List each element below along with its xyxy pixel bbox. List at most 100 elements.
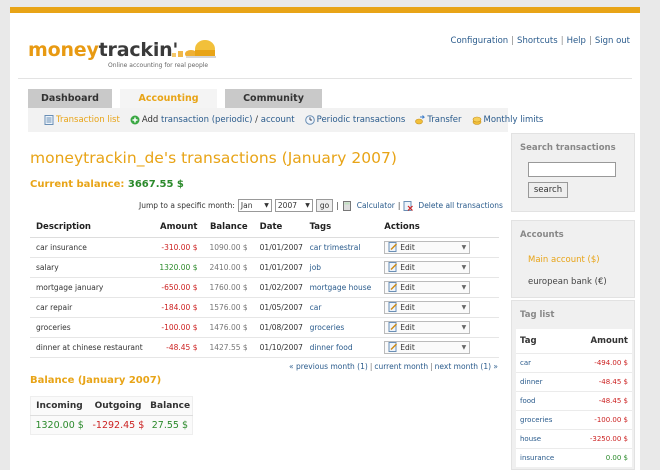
date-cell: 01/01/2007: [253, 257, 304, 278]
separator: |: [588, 36, 592, 46]
description-cell: groceries: [30, 317, 152, 338]
incoming-value: 1320.00 $: [35, 419, 84, 431]
edit-document-icon: [388, 262, 398, 272]
year-select-value: 2007: [277, 201, 297, 210]
date-cell: 01/08/2007: [253, 317, 304, 338]
row-action-select[interactable]: Edit ▼: [384, 260, 471, 274]
action-label: Edit: [400, 262, 415, 272]
previous-month-link[interactable]: « previous month (1): [289, 362, 368, 371]
tagline: Online accounting for real people: [108, 62, 209, 69]
tag-list-link[interactable]: groceries: [520, 416, 552, 424]
transfer-coins-icon: [415, 115, 426, 125]
column-header: Tags: [303, 218, 379, 238]
description-cell: dinner at chinese restaurant: [30, 337, 152, 358]
action-label: Edit: [400, 322, 415, 332]
tag-list-link[interactable]: house: [520, 435, 541, 443]
month-select-value: Jan: [240, 201, 253, 210]
table-row: dinner at chinese restaurant -48.45 $1427…: [30, 337, 499, 358]
add-account-link[interactable]: account: [261, 115, 295, 125]
subnav-monthly-limits[interactable]: Monthly limits: [472, 115, 544, 125]
chevron-down-icon: ▼: [264, 202, 269, 209]
amount-cell: -310.00 $: [151, 237, 204, 258]
separator: |: [336, 201, 339, 210]
account-main[interactable]: Main account ($): [512, 249, 634, 271]
chevron-down-icon: ▼: [305, 202, 310, 209]
delete-all-link[interactable]: Delete all transactions: [418, 201, 502, 210]
calculator-link[interactable]: Calculator: [357, 201, 395, 210]
table-row: mortgage january -650.00 $1760.00 $01/02/…: [30, 277, 499, 298]
date-cell: 01/10/2007: [253, 337, 304, 358]
separator: |: [560, 36, 564, 46]
month-pager: « previous month (1) | current month | next …: [289, 362, 498, 371]
tag-list-table: Tag Amount car -494.00 $ dinner -48.45 $ foo…: [516, 329, 632, 467]
search-panel: Search transactions search: [511, 133, 635, 212]
next-month-link[interactable]: next month (1) »: [435, 362, 498, 371]
tab-dashboard[interactable]: Dashboard: [28, 89, 112, 108]
row-action-select[interactable]: Edit ▼: [384, 240, 471, 254]
date-cell: 01/05/2007: [253, 297, 304, 318]
go-button[interactable]: go: [315, 199, 334, 212]
add-transaction-link[interactable]: transaction: [161, 115, 209, 125]
tab-community[interactable]: Community: [225, 89, 322, 108]
shortcuts-link[interactable]: Shortcuts: [517, 36, 558, 46]
column-header: Date: [253, 218, 304, 238]
help-link[interactable]: Help: [567, 36, 586, 46]
plus-circle-icon: [130, 115, 140, 125]
tag-link[interactable]: car: [310, 303, 322, 312]
monthly-balance-title: Balance (January 2007): [30, 375, 162, 386]
subnav-transaction-list[interactable]: Transaction list: [44, 115, 120, 125]
year-select[interactable]: 2007 ▼: [274, 199, 313, 212]
app-window: moneytrackin' Online accounting for real…: [10, 7, 640, 470]
tag-list-title: Tag list: [520, 310, 555, 320]
tag-list-link[interactable]: car: [520, 359, 531, 367]
search-button[interactable]: search: [528, 182, 568, 198]
row-action-select[interactable]: Edit ▼: [384, 320, 471, 334]
amount-cell: -48.45 $: [151, 337, 204, 358]
tag-amount: 0.00 $: [568, 447, 632, 467]
row-action-select[interactable]: Edit ▼: [384, 280, 471, 294]
account-european-bank[interactable]: european bank (€): [512, 271, 634, 293]
add-periodic-link[interactable]: (periodic): [212, 115, 253, 125]
month-select[interactable]: Jan ▼: [237, 199, 272, 212]
incoming-header: Incoming: [30, 396, 88, 416]
row-action-select[interactable]: Edit ▼: [384, 340, 471, 354]
column-header: Balance: [203, 218, 254, 238]
current-balance: Current balance: 3667.55 $: [30, 179, 184, 190]
chevron-down-icon: ▼: [461, 243, 467, 251]
subnav-transfer[interactable]: Transfer: [415, 115, 462, 125]
tag-list-link[interactable]: food: [520, 397, 535, 405]
outgoing-value: -1292.45 $: [92, 419, 145, 431]
tag-link[interactable]: mortgage house: [310, 283, 372, 292]
current-month-link[interactable]: current month: [374, 362, 428, 371]
logo[interactable]: moneytrackin': [28, 39, 178, 61]
accounts-panel-title: Accounts: [520, 230, 564, 240]
search-input[interactable]: [528, 162, 616, 177]
table-row: car repair -184.00 $1576.00 $01/05/2007 ca…: [30, 297, 499, 318]
table-row: groceries -100.00 $: [516, 409, 632, 429]
column-header: Description: [30, 218, 152, 238]
subnav-periodic-transactions[interactable]: Periodic transactions: [304, 115, 405, 125]
subnav-monthly-limits-label: Monthly limits: [483, 115, 544, 125]
amount-cell: 1320.00 $: [151, 257, 204, 278]
description-cell: car repair: [30, 297, 152, 318]
tag-link[interactable]: groceries: [310, 323, 345, 332]
row-action-select[interactable]: Edit ▼: [384, 300, 471, 314]
coins-logo-icon: [172, 40, 216, 58]
amount-cell: -184.00 $: [151, 297, 204, 318]
chevron-down-icon: ▼: [461, 323, 467, 331]
table-row: food -48.45 $: [516, 390, 632, 410]
tag-list-link[interactable]: insurance: [520, 454, 554, 462]
outgoing-header: Outgoing: [87, 396, 149, 416]
tag-link[interactable]: job: [310, 263, 321, 272]
edit-document-icon: [388, 282, 398, 292]
tab-accounting[interactable]: Accounting: [120, 89, 217, 108]
configuration-link[interactable]: Configuration: [451, 36, 509, 46]
chevron-down-icon: ▼: [461, 303, 467, 311]
tag-link[interactable]: car trimestral: [310, 243, 361, 252]
accounting-subnav: Transaction list Add transaction (period…: [28, 108, 543, 132]
separator: |: [369, 362, 373, 371]
sign-out-link[interactable]: Sign out: [595, 36, 630, 46]
balance-cell: 2410.00 $: [203, 257, 254, 278]
tag-link[interactable]: dinner food: [310, 343, 353, 352]
tag-list-link[interactable]: dinner: [520, 378, 542, 386]
